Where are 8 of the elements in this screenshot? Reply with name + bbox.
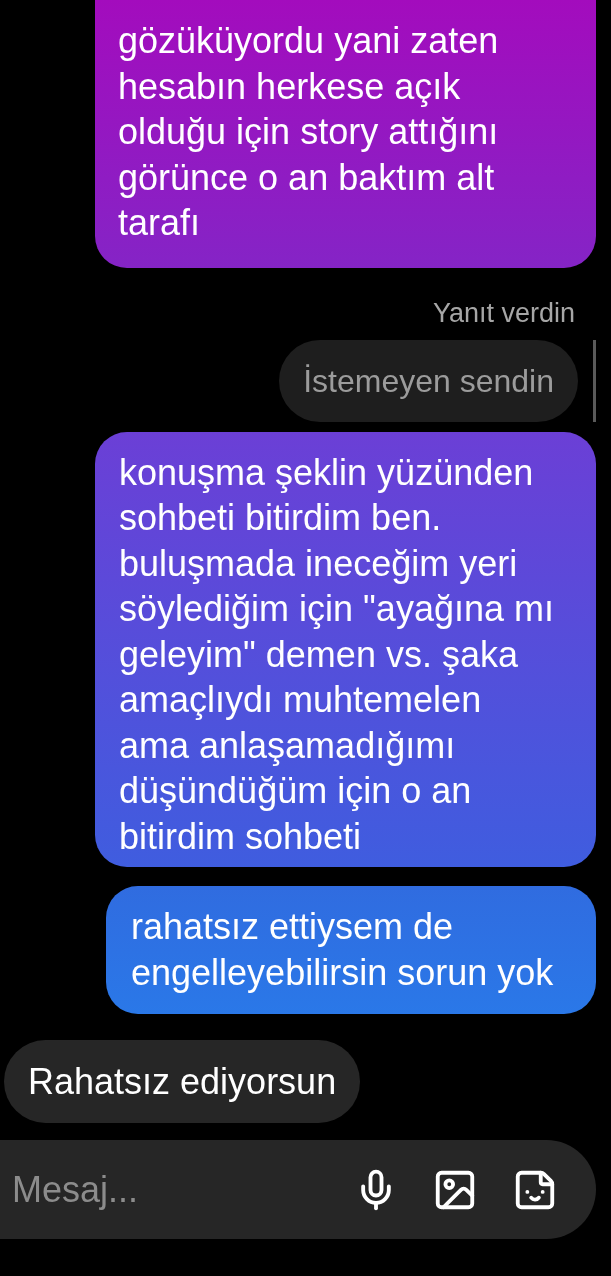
sent-message-bubble: gözüküyordu yani zaten hesabın herkese açık olduğu için story attığını görünce o an baktım alt tarafı	[95, 0, 596, 268]
received-message-bubble: Rahatsız ediyorsun	[4, 1040, 361, 1123]
composer-bar[interactable]: Mesaj...	[0, 1140, 596, 1239]
quoted-message-bubble: İstemeyen sendin	[279, 339, 578, 422]
reply-label: Yanıt verdin	[432, 296, 575, 329]
sent-message-bubble: konuşma şeklin yüzünden sohbeti bitirdim ben. buluşmada ineceğim yeri söylediğim için "ayağına mı geleyim" demen vs. şaka amaçlıydı muhtemelen ama anlaşamadığımı düşündüğüm için o an bitirdim sohbeti	[95, 431, 596, 867]
message-input[interactable]: Mesaj...	[12, 1164, 354, 1215]
sent-message-bubble: rahatsız ettiysem de engelleyebilirsin sorun yok	[106, 886, 596, 1014]
